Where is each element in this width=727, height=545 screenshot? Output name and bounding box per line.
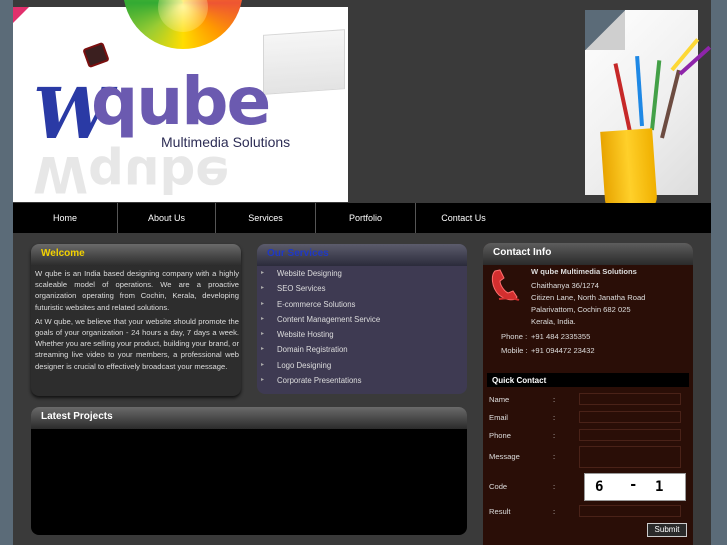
contact-box: Contact Info W qube Multimedia Solutions…: [483, 243, 693, 545]
captcha-digit: 6: [595, 479, 604, 495]
message-label: Message: [489, 452, 520, 461]
contact-address-line: Chaithanya 36/1274: [531, 281, 599, 290]
contact-address-line: Kerala, India.: [531, 317, 576, 326]
nav-item-contact-us[interactable]: Contact Us: [416, 203, 511, 233]
phone-number: +91 484 2335355: [531, 332, 591, 341]
logo-reflection: Wqube: [33, 145, 230, 203]
captcha-image: 6 - 1: [584, 473, 686, 501]
pencil-cup-graphic: [600, 128, 658, 214]
colorwheel-graphic: [123, 0, 243, 49]
service-link[interactable]: Logo Designing: [257, 358, 467, 373]
mobile-label: Mobile :: [501, 346, 528, 355]
contact-title: Contact Info: [483, 243, 693, 265]
latest-projects-title: Latest Projects: [31, 407, 467, 429]
phone-field[interactable]: [579, 429, 681, 441]
code-label: Code: [489, 482, 508, 491]
main-nav: Home About Us Services Portfolio Contact…: [13, 203, 711, 233]
result-field[interactable]: [579, 505, 681, 517]
welcome-paragraph: W qube is an India based designing compa…: [35, 269, 239, 312]
contact-company: W qube Multimedia Solutions: [531, 267, 637, 276]
welcome-title: Welcome: [31, 244, 241, 266]
name-field[interactable]: [579, 393, 681, 405]
phone-field-label: Phone: [489, 431, 511, 440]
phone-label: Phone :: [501, 332, 528, 341]
colon: :: [553, 482, 556, 491]
mobile-number: +91 094472 23432: [531, 346, 595, 355]
name-label: Name: [489, 395, 510, 404]
welcome-paragraph: At W qube, we believe that your website …: [35, 316, 239, 371]
service-link[interactable]: Website Designing: [257, 266, 467, 281]
service-link[interactable]: Corporate Presentations: [257, 373, 467, 388]
welcome-body: W qube is an India based designing compa…: [35, 268, 239, 375]
nav-item-home[interactable]: Home: [13, 203, 118, 233]
service-link[interactable]: Domain Registration: [257, 342, 467, 357]
services-title: Our Services: [257, 244, 467, 266]
service-link[interactable]: Content Management Service: [257, 312, 467, 327]
email-label: Email: [489, 413, 508, 422]
captcha-digit: 1: [655, 479, 664, 495]
colon: :: [553, 507, 556, 516]
contact-address-line: Citizen Lane, North Janatha Road: [531, 293, 646, 302]
services-box: Our Services Website Designing SEO Servi…: [257, 244, 467, 394]
nav-item-portfolio[interactable]: Portfolio: [316, 203, 416, 233]
latest-projects-box: Latest Projects: [31, 407, 467, 535]
colon: :: [553, 452, 556, 461]
submit-button[interactable]: Submit: [647, 523, 687, 537]
email-field[interactable]: [579, 411, 681, 423]
quick-contact-title: Quick Contact: [487, 373, 689, 387]
captcha-operator: -: [629, 477, 638, 493]
colon: :: [553, 431, 556, 440]
service-link[interactable]: Website Hosting: [257, 327, 467, 342]
nav-item-services[interactable]: Services: [216, 203, 316, 233]
service-link[interactable]: SEO Services: [257, 281, 467, 296]
paper-fold-graphic: [585, 10, 625, 50]
service-link[interactable]: E-commerce Solutions: [257, 297, 467, 312]
nav-item-about-us[interactable]: About Us: [118, 203, 216, 233]
colon: :: [553, 413, 556, 422]
welcome-box: Welcome W qube is an India based designi…: [31, 244, 241, 396]
message-textarea[interactable]: [579, 446, 681, 468]
services-list: Website Designing SEO Services E-commerc…: [257, 266, 467, 388]
contact-address-line: Palarivattom, Cochin 682 025: [531, 305, 631, 314]
screen-mockup-graphic: [263, 29, 345, 95]
colon: :: [553, 395, 556, 404]
result-label: Result: [489, 507, 511, 516]
logo-brand: qube: [91, 63, 271, 140]
telephone-icon: [491, 269, 520, 301]
banner-panel: W qube Multimedia Solutions Wqube: [13, 0, 348, 203]
